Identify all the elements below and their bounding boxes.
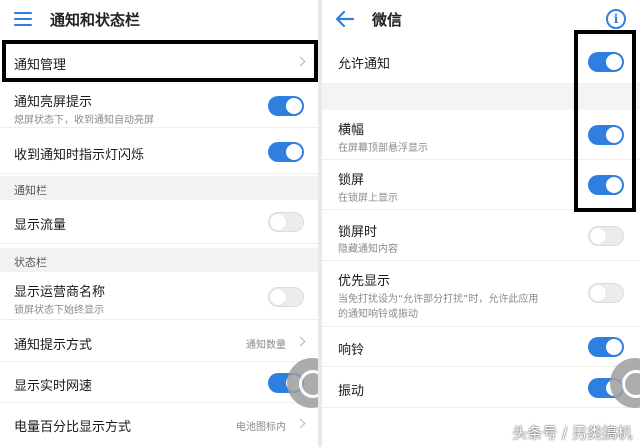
notification-statusbar-panel: 通知和状态栏 通知管理 通知亮屏提示 熄屏状态下，收到通知自动亮屏 收到通知时指… <box>0 0 318 447</box>
item-sublabel: 在屏幕顶部悬浮显示 <box>338 143 428 154</box>
section-label: 通知栏 <box>14 184 47 197</box>
watermark: 头条号 / 另类搞机 <box>512 424 632 442</box>
menu-icon[interactable] <box>14 12 32 26</box>
item-label: 收到通知时指示灯闪烁 <box>14 148 145 163</box>
lockscreen-hide-item[interactable]: 锁屏时 隐藏通知内容 <box>322 213 640 261</box>
item-label: 允许通知 <box>338 57 391 72</box>
item-value: 通知数量 <box>246 340 286 351</box>
item-label: 优先显示 <box>338 274 391 289</box>
vibrate-item[interactable]: 振动 <box>322 368 640 408</box>
item-label: 响铃 <box>338 343 365 358</box>
ringtone-toggle[interactable] <box>588 337 624 357</box>
page-title: 微信 <box>372 11 403 29</box>
banner-item[interactable]: 横幅 在屏幕顶部悬浮显示 <box>322 112 640 160</box>
back-arrow-icon[interactable] <box>334 8 356 30</box>
section-header-status-bar: 状态栏 <box>0 248 318 272</box>
item-label: 锁屏 <box>338 173 365 188</box>
app-bar: 微信 i <box>322 0 640 38</box>
lockscreen-item[interactable]: 锁屏 在锁屏上显示 <box>322 162 640 210</box>
priority-display-toggle[interactable] <box>588 283 624 303</box>
item-label: 显示流量 <box>14 218 67 233</box>
ringtone-item[interactable]: 响铃 <box>322 327 640 367</box>
spacer <box>322 84 640 110</box>
notification-wake-screen-toggle[interactable] <box>268 96 304 116</box>
chevron-right-icon <box>295 418 306 429</box>
chevron-right-icon <box>295 56 306 67</box>
item-sublabel: 锁屏状态下始终显示 <box>14 305 104 316</box>
show-traffic-toggle[interactable] <box>268 212 304 232</box>
item-label: 横幅 <box>338 123 365 138</box>
lockscreen-toggle[interactable] <box>588 175 624 195</box>
notification-style-item[interactable]: 通知提示方式 通知数量 <box>0 322 318 362</box>
item-sublabel: 当免打扰设为“允许部分打扰”时，允许此应用 <box>338 294 539 305</box>
item-label: 通知亮屏提示 <box>14 95 93 110</box>
carrier-name-toggle[interactable] <box>268 287 304 307</box>
section-header-notification-bar: 通知栏 <box>0 176 318 200</box>
item-sublabel: 隐藏通知内容 <box>338 244 398 255</box>
lockscreen-hide-toggle[interactable] <box>588 226 624 246</box>
indicator-light-toggle[interactable] <box>268 142 304 162</box>
chevron-right-icon <box>295 336 306 347</box>
item-label: 显示实时网速 <box>14 379 93 394</box>
priority-display-item[interactable]: 优先显示 当免打扰设为“允许部分打扰”时，允许此应用 的通知响铃或振动 <box>322 263 640 327</box>
info-icon[interactable]: i <box>606 9 626 29</box>
item-label: 锁屏时 <box>338 225 378 240</box>
item-sublabel: 熄屏状态下，收到通知自动亮屏 <box>14 115 154 126</box>
show-traffic-item[interactable]: 显示流量 <box>0 200 318 244</box>
allow-notification-toggle[interactable] <box>588 52 624 72</box>
notification-management-item[interactable]: 通知管理 <box>0 43 318 81</box>
item-sublabel: 在锁屏上显示 <box>338 193 398 204</box>
item-label: 通知提示方式 <box>14 338 93 353</box>
wechat-notification-panel: 微信 i 允许通知 横幅 在屏幕顶部悬浮显示 锁屏 在锁屏上显示 锁屏时 隐藏通… <box>322 0 640 447</box>
battery-percent-item[interactable]: 电量百分比显示方式 电池图标内 <box>0 404 318 447</box>
item-label: 振动 <box>338 384 365 399</box>
banner-toggle[interactable] <box>588 125 624 145</box>
net-speed-item[interactable]: 显示实时网速 <box>0 363 318 403</box>
app-bar: 通知和状态栏 <box>0 0 318 38</box>
indicator-light-item[interactable]: 收到通知时指示灯闪烁 <box>0 130 318 174</box>
page-title: 通知和状态栏 <box>50 11 141 29</box>
item-sublabel: 的通知响铃或振动 <box>338 309 418 320</box>
carrier-name-item[interactable]: 显示运营商名称 锁屏状态下始终显示 <box>0 274 318 320</box>
section-label: 状态栏 <box>14 256 47 269</box>
item-label: 电量百分比显示方式 <box>14 420 132 435</box>
allow-notification-item[interactable]: 允许通知 <box>322 40 640 84</box>
item-value: 电池图标内 <box>236 422 286 433</box>
notification-wake-screen-item[interactable]: 通知亮屏提示 熄屏状态下，收到通知自动亮屏 <box>0 84 318 128</box>
item-label: 显示运营商名称 <box>14 285 106 300</box>
item-label: 通知管理 <box>14 58 67 73</box>
